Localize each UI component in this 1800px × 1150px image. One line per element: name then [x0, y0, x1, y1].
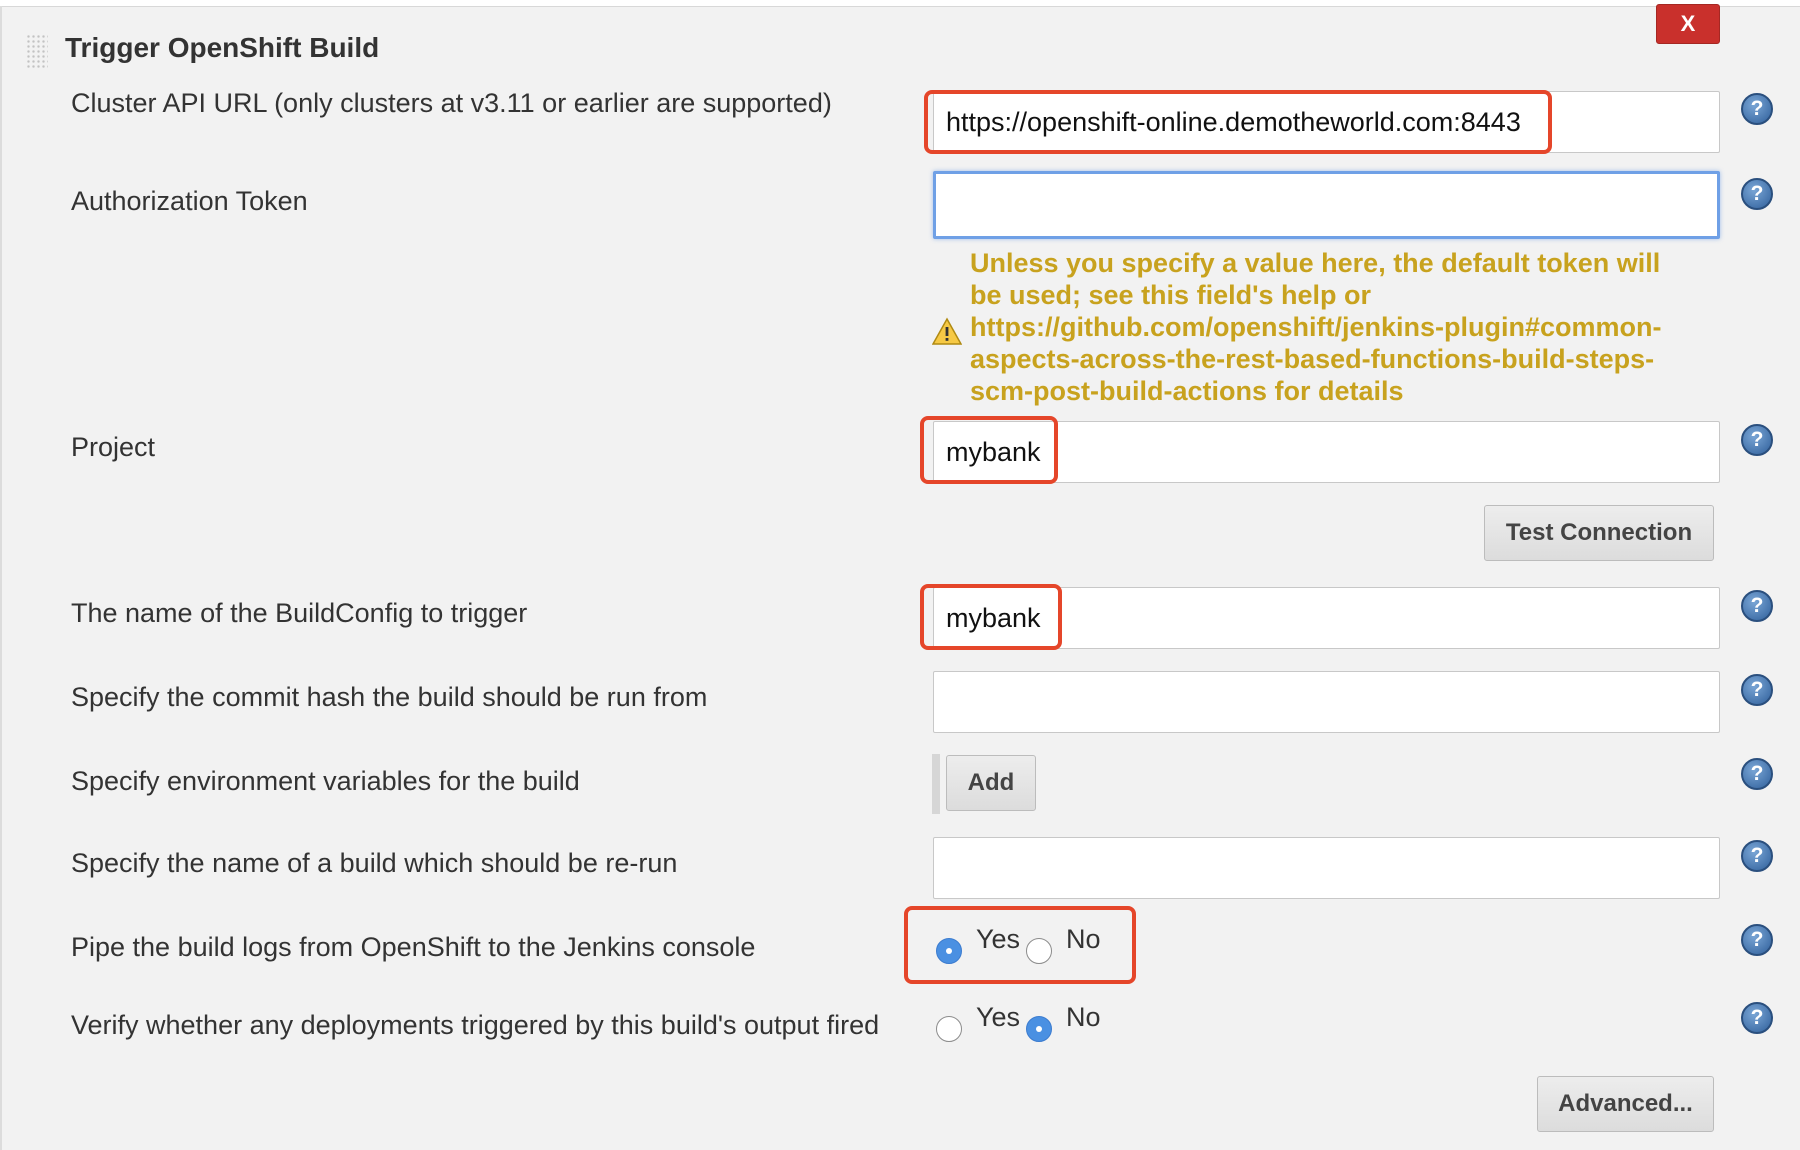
pipe-logs-label: Pipe the build logs from OpenShift to th…	[71, 932, 756, 962]
pipe-logs-yes-label: Yes	[976, 924, 1021, 954]
verify-deployments-yes-radio[interactable]	[936, 1016, 962, 1042]
help-icon[interactable]: ?	[1741, 424, 1773, 456]
help-icon[interactable]: ?	[1741, 924, 1773, 956]
project-input[interactable]	[933, 421, 1720, 483]
commit-hash-input[interactable]	[933, 671, 1720, 733]
help-icon[interactable]: ?	[1741, 178, 1773, 210]
env-vars-label: Specify environment variables for the bu…	[71, 766, 580, 796]
auth-token-warning: Unless you specify a value here, the def…	[970, 248, 1662, 406]
env-vars-bar	[932, 754, 940, 814]
top-border	[0, 0, 1800, 7]
rerun-build-label: Specify the name of a build which should…	[71, 848, 678, 878]
auth-token-input[interactable]	[933, 171, 1720, 239]
advanced-button[interactable]: Advanced...	[1537, 1076, 1714, 1132]
warning-icon	[932, 317, 962, 345]
verify-deployments-yes-label: Yes	[976, 1002, 1021, 1032]
pipe-logs-yes-radio[interactable]	[936, 938, 962, 964]
add-env-var-button[interactable]: Add	[946, 755, 1036, 811]
verify-deployments-no-label: No	[1066, 1002, 1101, 1032]
pipe-logs-no-label: No	[1066, 924, 1101, 954]
test-connection-button[interactable]: Test Connection	[1484, 505, 1714, 561]
project-label: Project	[71, 432, 156, 462]
drag-handle-icon[interactable]	[26, 34, 48, 70]
rerun-build-input[interactable]	[933, 837, 1720, 899]
help-icon[interactable]: ?	[1741, 758, 1773, 790]
cluster-url-label: Cluster API URL (only clusters at v3.11 …	[71, 88, 832, 118]
help-icon[interactable]: ?	[1741, 840, 1773, 872]
help-icon[interactable]: ?	[1741, 674, 1773, 706]
build-config-input[interactable]	[933, 587, 1720, 649]
left-border	[0, 6, 2, 1150]
build-config-label: The name of the BuildConfig to trigger	[71, 598, 528, 628]
auth-token-label: Authorization Token	[71, 186, 308, 216]
close-icon[interactable]: X	[1656, 4, 1720, 44]
help-icon[interactable]: ?	[1741, 590, 1773, 622]
help-icon[interactable]: ?	[1741, 1002, 1773, 1034]
cluster-url-input[interactable]	[933, 91, 1720, 153]
section-title: Trigger OpenShift Build	[65, 32, 380, 63]
commit-hash-label: Specify the commit hash the build should…	[71, 682, 708, 712]
verify-deployments-label: Verify whether any deployments triggered…	[71, 1010, 880, 1040]
pipe-logs-no-radio[interactable]	[1026, 938, 1052, 964]
help-icon[interactable]: ?	[1741, 93, 1773, 125]
verify-deployments-no-radio[interactable]	[1026, 1016, 1052, 1042]
